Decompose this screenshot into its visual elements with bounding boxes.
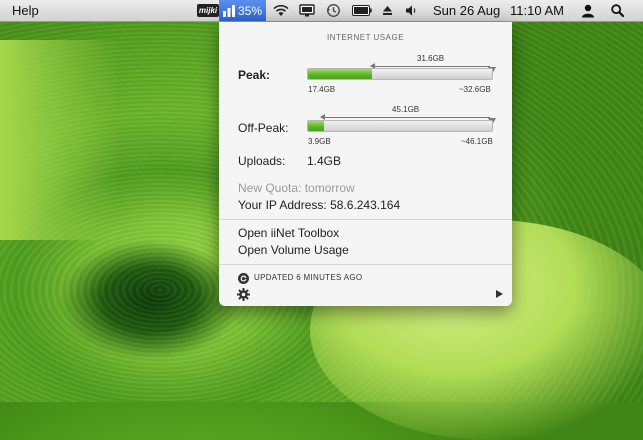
menu-bar: Help mijki 35% Sun 26 Aug 11:10 AM: [0, 0, 643, 22]
display-icon[interactable]: [297, 0, 317, 21]
divider: [219, 219, 512, 220]
battery-icon[interactable]: [350, 0, 374, 21]
play-arrow-icon[interactable]: [496, 290, 503, 298]
mijki-menu-extra[interactable]: mijki: [196, 0, 220, 21]
offpeak-used: 3.9GB: [308, 137, 331, 146]
offpeak-label: Off-Peak:: [238, 121, 289, 135]
updated-status: UPDATED 6 MINUTES AGO: [254, 273, 363, 282]
menu-date[interactable]: Sun 26 Aug: [433, 3, 500, 18]
peak-usage-bar: [307, 68, 493, 80]
spotlight-search-icon[interactable]: [608, 0, 626, 21]
ip-address-text: Your IP Address: 58.6.243.164: [238, 198, 401, 212]
internet-usage-popup: INTERNET USAGE Peak: 31.6GB 17.4GB ~32.6…: [219, 22, 512, 306]
offpeak-remaining: 45.1GB: [392, 105, 420, 114]
gear-icon[interactable]: [237, 288, 250, 306]
wallpaper-leaf-edge: [0, 40, 120, 240]
usage-bars-icon: [222, 4, 235, 17]
peak-label: Peak:: [238, 68, 271, 82]
popup-title: INTERNET USAGE: [326, 33, 405, 42]
mijki-icon: mijki: [196, 4, 220, 17]
peak-limit: ~32.6GB: [459, 85, 491, 94]
open-volume-usage-menu-item[interactable]: Open Volume Usage: [238, 243, 349, 257]
usage-percent: 35%: [237, 3, 263, 18]
open-toolbox-menu-item[interactable]: Open iiNet Toolbox: [238, 226, 339, 240]
uploads-value: 1.4GB: [307, 154, 342, 168]
offpeak-remaining-line: [324, 117, 490, 118]
divider: [219, 264, 512, 265]
refresh-icon[interactable]: [238, 271, 249, 289]
help-menu[interactable]: Help: [12, 3, 39, 18]
time-machine-icon[interactable]: [323, 0, 343, 21]
peak-used: 17.4GB: [308, 85, 336, 94]
peak-remaining: 31.6GB: [417, 54, 445, 63]
peak-usage-fill: [308, 69, 373, 79]
new-quota-text: New Quota: tomorrow: [238, 181, 355, 195]
user-icon[interactable]: [579, 0, 597, 21]
offpeak-usage-bar: [307, 120, 493, 132]
peak-remaining-line: [374, 66, 490, 67]
menu-clock[interactable]: 11:10 AM: [510, 3, 564, 18]
offpeak-usage-fill: [308, 121, 324, 131]
iinet-usage-menu-extra[interactable]: 35%: [219, 0, 266, 21]
uploads-label: Uploads:: [238, 154, 286, 168]
wifi-icon[interactable]: [271, 0, 291, 21]
volume-icon[interactable]: [403, 0, 419, 21]
offpeak-limit: ~46.1GB: [461, 137, 493, 146]
eject-icon[interactable]: [380, 0, 394, 21]
